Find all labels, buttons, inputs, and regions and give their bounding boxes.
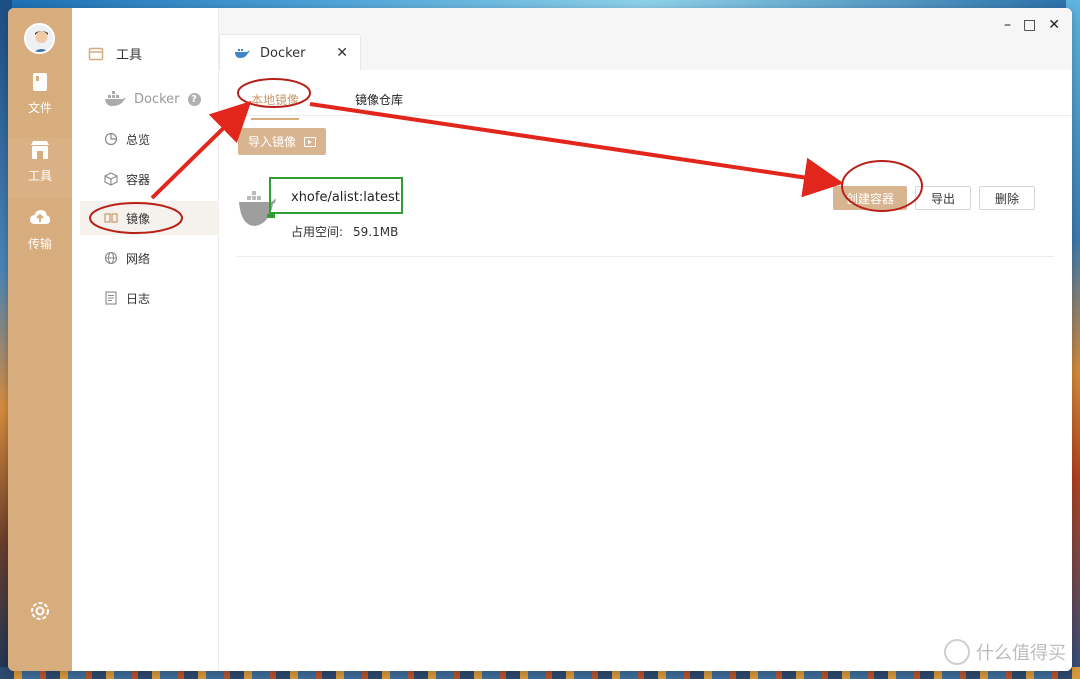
image-size-label: 占用空间: — [291, 225, 344, 239]
close-window-icon[interactable]: ✕ — [1048, 17, 1060, 33]
rail-item-transfer[interactable]: 传输 — [8, 206, 72, 266]
app-window: 文件 工具 传输 工具 Docker ? 总览 容器 镜像 网络 日志 Dock… — [8, 8, 1072, 671]
minimize-icon[interactable]: – — [1004, 17, 1011, 33]
sidebar-item-label: 镜像 — [126, 211, 151, 226]
sidebar-item-label: 网络 — [126, 251, 151, 266]
docker-whale-icon — [235, 49, 250, 58]
sidebar-item-label: 总览 — [126, 132, 151, 147]
toolbox-icon — [31, 141, 49, 159]
watermark: 什么值得买 — [944, 639, 1066, 665]
import-icon — [304, 136, 317, 147]
rail-item-label: 传输 — [27, 237, 52, 251]
sidebar-item-containers[interactable]: 容器 — [80, 162, 219, 196]
sidebar-item-docker[interactable]: Docker ? — [80, 82, 219, 116]
tab-bar: Docker ✕ – □ ✕ — [219, 8, 1072, 71]
tab-local-images[interactable]: 本地镜像 — [251, 91, 300, 120]
docker-label: Docker — [134, 91, 180, 107]
document-icon — [105, 291, 117, 305]
cloud-upload-icon — [30, 210, 50, 224]
window-controls: – □ ✕ — [1004, 17, 1060, 33]
toolbox-icon — [88, 47, 104, 60]
tab-label: Docker — [260, 45, 306, 61]
rail-item-tools[interactable]: 工具 — [8, 138, 72, 198]
pie-chart-icon — [104, 132, 118, 146]
rail-item-files[interactable]: 文件 — [8, 70, 72, 130]
main-content: 本地镜像 镜像仓库 导入镜像 xhofe/alist:latest 占用空间: 5… — [219, 70, 1072, 671]
maximize-icon[interactable]: □ — [1023, 17, 1036, 33]
sidebar-item-network[interactable]: 网络 — [80, 241, 219, 275]
export-button[interactable]: 导出 — [915, 186, 971, 210]
watermark-logo — [944, 639, 970, 665]
subtab-bar: 本地镜像 镜像仓库 — [237, 82, 1072, 120]
delete-button[interactable]: 删除 — [979, 186, 1035, 210]
import-image-button[interactable]: 导入镜像 — [238, 128, 327, 155]
tab-docker[interactable]: Docker ✕ — [219, 34, 361, 71]
image-name: xhofe/alist:latest — [269, 177, 403, 214]
create-container-button[interactable]: 创建容器 — [833, 186, 907, 210]
image-size-value: 59.1MB — [353, 225, 399, 239]
sidebar-title: 工具 — [116, 48, 143, 63]
file-icon — [33, 73, 47, 91]
image-size: 占用空间: 59.1MB — [291, 223, 398, 240]
watermark-text: 什么值得买 — [976, 643, 1066, 664]
app-rail: 文件 工具 传输 — [8, 8, 72, 671]
sidebar-header: 工具 — [88, 44, 142, 63]
sidebar-item-overview[interactable]: 总览 — [80, 122, 219, 156]
avatar[interactable] — [24, 23, 55, 54]
cube-icon — [104, 172, 118, 186]
rail-item-label: 文件 — [27, 101, 52, 115]
tab-image-registry[interactable]: 镜像仓库 — [355, 91, 403, 108]
close-tab-icon[interactable]: ✕ — [336, 45, 348, 61]
image-layers-icon — [104, 213, 118, 223]
rail-item-label: 工具 — [27, 169, 52, 183]
sidebar-item-logs[interactable]: 日志 — [80, 281, 219, 315]
import-image-label: 导入镜像 — [248, 135, 297, 149]
docker-whale-icon — [105, 91, 126, 106]
image-list-item: xhofe/alist:latest 占用空间: 59.1MB 创建容器 导出 删… — [237, 170, 1054, 257]
sidebar-item-label: 容器 — [126, 172, 151, 187]
sidebar-item-label: 日志 — [126, 291, 151, 306]
sidebar-item-images[interactable]: 镜像 — [80, 201, 219, 235]
gear-icon[interactable] — [28, 599, 52, 623]
globe-icon — [104, 251, 118, 265]
sidebar: 工具 Docker ? 总览 容器 镜像 网络 日志 — [72, 8, 219, 671]
help-icon[interactable]: ? — [187, 92, 201, 106]
